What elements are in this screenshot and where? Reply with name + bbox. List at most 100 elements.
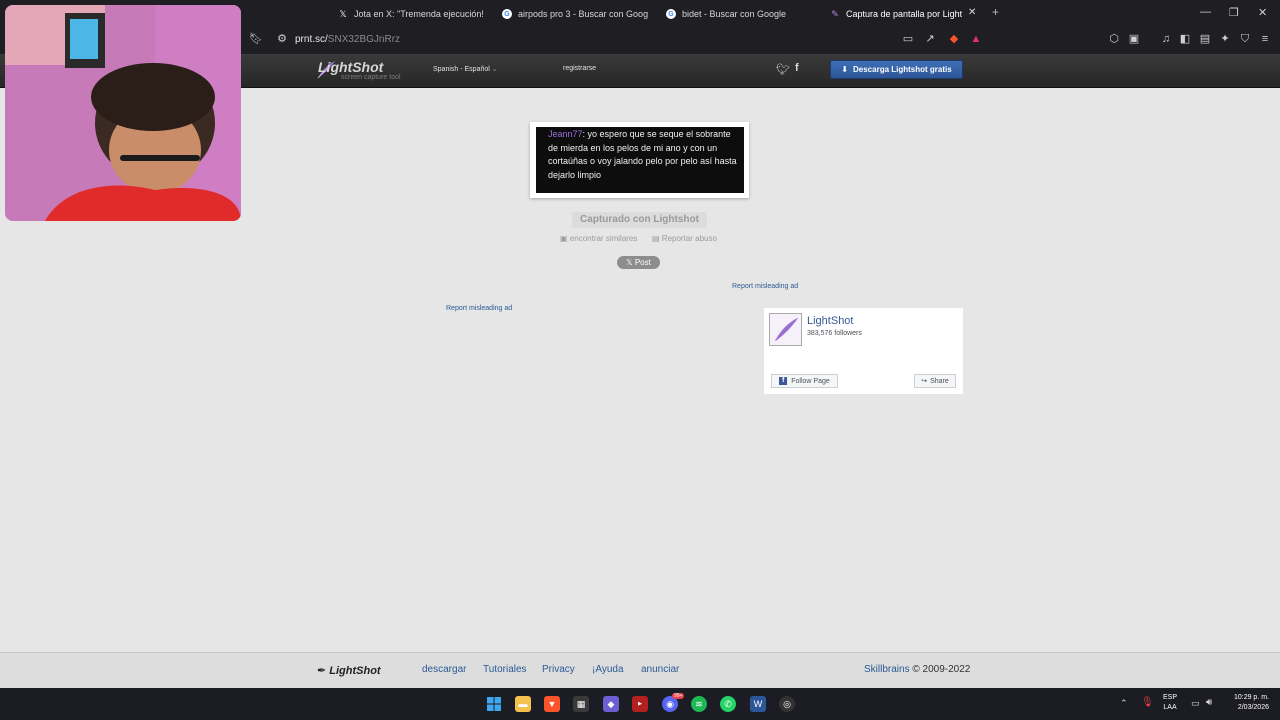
tab-lightshot[interactable]: ✎ Captura de pantalla por Lightshc xyxy=(830,4,962,24)
discord-badge: 99+ xyxy=(672,693,685,699)
store-icon[interactable]: ▦ xyxy=(573,696,589,712)
facebook-icon[interactable]: f xyxy=(795,62,799,74)
footer-link-tutorials[interactable]: Tutoriales xyxy=(483,664,527,675)
chat-username: Jeann77 xyxy=(548,129,583,139)
screenshot-chat-message: Jeann77: yo espero que se seque el sobra… xyxy=(548,128,740,182)
bookmark-icon[interactable]: 🔖︎ xyxy=(249,33,263,45)
footer-logo-text: LightShot xyxy=(329,665,381,677)
file-explorer-icon[interactable]: ▬ xyxy=(515,696,531,712)
footer-link-advertise[interactable]: anunciar xyxy=(641,664,679,675)
url-path: SNX32BGJnRrz xyxy=(327,34,401,45)
find-similar-label: encontrar similares xyxy=(569,234,638,243)
minimize-icon[interactable]: — xyxy=(1200,6,1211,18)
camera-icon: ▣ xyxy=(560,234,568,243)
download-label: Descarga Lightshot gratis xyxy=(853,65,952,74)
vpn-icon[interactable]: ⛉ xyxy=(1239,33,1251,45)
x-post-button[interactable]: 𝕏 Post xyxy=(617,256,660,269)
share-arrow-icon: ↪ xyxy=(921,378,928,385)
lightshot-page-avatar[interactable] xyxy=(769,313,802,346)
google-icon: G xyxy=(502,9,512,19)
language-select[interactable]: Spanish - Español ⌄ xyxy=(433,65,498,73)
menu-icon[interactable]: ≡ xyxy=(1259,33,1271,45)
feather-icon: ✒︎ xyxy=(317,665,327,677)
captured-with-lightshot-label: Capturado con Lightshot xyxy=(572,212,707,228)
lightshot-tagline: screen capture tool xyxy=(341,74,401,81)
facebook-page-name[interactable]: LightShot xyxy=(807,315,853,327)
tray-chevron-up-icon[interactable]: ⌃ xyxy=(1120,698,1128,709)
find-similar-link[interactable]: ▣ encontrar similares xyxy=(560,234,637,243)
tab-airpods[interactable]: G airpods pro 3 - Buscar con Google xyxy=(502,4,648,24)
report-misleading-ad-link[interactable]: Report misleading ad xyxy=(446,305,512,312)
site-settings-icon[interactable]: ⚙︎ xyxy=(276,33,288,45)
clock-date: 2/03/2026 xyxy=(1237,704,1269,711)
obs-icon[interactable]: ◎ xyxy=(779,696,795,712)
leo-ai-icon[interactable]: ✦ xyxy=(1219,33,1231,45)
twitter-icon[interactable]: 🐦︎ xyxy=(776,63,790,76)
new-tab-button[interactable]: + xyxy=(992,5,999,19)
download-lightshot-button[interactable]: ⬇ Descarga Lightshot gratis xyxy=(830,60,963,79)
tab-title: Jota en X: "Tremenda ejecución! al pu xyxy=(354,9,484,19)
word-icon[interactable]: W xyxy=(750,696,766,712)
clock-time: 10:29 p. m. xyxy=(1233,694,1269,701)
report-abuse-label: Reportar abuso xyxy=(661,234,717,243)
flag-icon: ▤ xyxy=(652,234,660,243)
brave-shield-icon[interactable]: ◆ xyxy=(948,33,960,45)
post-label: Post xyxy=(634,258,651,267)
tab-jota-x[interactable]: 𝕏 Jota en X: "Tremenda ejecución! al pu xyxy=(338,4,484,24)
streamer-app-icon[interactable]: ▶ xyxy=(632,696,648,712)
report-abuse-link[interactable]: ▤ Reportar abuso xyxy=(652,234,717,243)
window-close-icon[interactable]: ✕ xyxy=(1258,6,1267,19)
x-logo-icon: 𝕏 xyxy=(339,8,347,19)
close-tab-icon[interactable]: ✕ xyxy=(968,7,976,18)
wallet-icon-2[interactable]: ▤ xyxy=(1199,33,1211,45)
share-label: Share xyxy=(930,377,949,385)
brave-browser-icon[interactable]: ▼ xyxy=(544,696,560,712)
cast-icon[interactable]: ▭ xyxy=(902,33,914,45)
brave-rewards-icon[interactable]: ▲ xyxy=(970,33,982,45)
footer-link-help[interactable]: ¡Ayuda xyxy=(592,664,624,675)
copyright: Skillbrains © 2009-2022 xyxy=(864,664,970,675)
extensions-icon[interactable]: ⬡ xyxy=(1108,33,1120,45)
maximize-icon[interactable]: ❐ xyxy=(1229,6,1239,19)
follow-page-button[interactable]: f Follow Page xyxy=(771,374,838,388)
url-host: prnt.sc/ xyxy=(295,34,328,45)
copyright-years: © 2009-2022 xyxy=(912,664,971,675)
feather-icon: ✎ xyxy=(831,8,839,19)
facebook-followers-count: 383,576 followers xyxy=(807,330,862,337)
download-icon: ⬇ xyxy=(841,65,848,74)
report-misleading-ad-link[interactable]: Report misleading ad xyxy=(732,283,798,290)
footer-link-privacy[interactable]: Privacy xyxy=(542,664,575,675)
sidebar-icon[interactable]: ◧ xyxy=(1179,33,1191,45)
tab-title: Captura de pantalla por Lightshc xyxy=(846,9,962,19)
lang-line1: ESP xyxy=(1163,694,1178,701)
url-field[interactable]: prnt.sc/SNX32BGJnRrz xyxy=(295,34,400,45)
tab-bidet[interactable]: G bidet - Buscar con Google xyxy=(666,4,812,24)
follow-label: Follow Page xyxy=(791,377,830,385)
chevron-down-icon: ⌄ xyxy=(491,66,498,73)
windows-start-icon[interactable] xyxy=(486,696,502,712)
footer-logo[interactable]: ✒︎ LightShot xyxy=(317,664,381,677)
page-footer xyxy=(0,652,1280,689)
app-icon[interactable]: ◆ xyxy=(603,696,619,712)
wallet-icon[interactable]: ▣ xyxy=(1128,33,1140,45)
music-icon[interactable]: ♫ xyxy=(1160,33,1172,45)
register-link[interactable]: registrarse xyxy=(563,65,596,72)
footer-link-download[interactable]: descargar xyxy=(422,664,466,675)
tab-title: airpods pro 3 - Buscar con Google xyxy=(518,9,648,19)
facebook-icon: f xyxy=(779,377,788,385)
microphone-icon[interactable]: 🎙︎ xyxy=(1141,697,1154,708)
share-button[interactable]: ↪ Share xyxy=(914,374,956,388)
lightshot-logo[interactable]: LightShot xyxy=(318,59,383,75)
input-language-indicator[interactable]: ESP LAA xyxy=(1163,693,1177,713)
tab-title: bidet - Buscar con Google xyxy=(682,9,787,19)
volume-icon[interactable]: 🔊︎ xyxy=(1206,697,1212,708)
x-logo-icon: 𝕏 xyxy=(626,258,633,267)
spotify-icon[interactable]: ≋ xyxy=(691,696,707,712)
lang-line2: LAA xyxy=(1163,704,1177,711)
skillbrains-link[interactable]: Skillbrains xyxy=(864,664,910,675)
network-icon[interactable]: ▭ xyxy=(1191,698,1200,709)
whatsapp-icon[interactable]: ✆ xyxy=(720,696,736,712)
language-label: Spanish - Español xyxy=(433,66,490,73)
system-clock[interactable]: 10:29 p. m. 2/03/2026 xyxy=(1227,693,1269,713)
share-icon[interactable]: ↗ xyxy=(924,33,936,45)
